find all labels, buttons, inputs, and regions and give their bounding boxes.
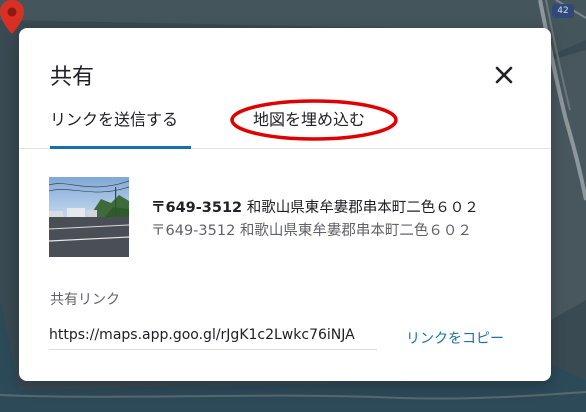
tab-embed-map-label: 地図を埋め込む <box>253 110 366 129</box>
place-postal-code: 〒649-3512 <box>151 200 243 216</box>
share-tabs: リンクを送信する 地図を埋め込む <box>19 104 551 149</box>
share-link-field[interactable] <box>49 321 377 350</box>
tab-embed-map[interactable]: 地図を埋め込む <box>253 104 365 148</box>
street-view-image <box>49 177 129 257</box>
share-link-label: 共有リンク <box>50 292 120 308</box>
place-thumbnail <box>49 177 129 257</box>
place-address-rest: 和歌山県東牟婁郡串本町二色６０２ <box>242 200 479 216</box>
location-pin-icon[interactable] <box>0 0 24 34</box>
close-icon <box>495 66 513 84</box>
share-dialog: 共有 リンクを送信する 地図を埋め込む 〒649-3512 和歌山県東牟婁郡串本… <box>19 28 551 381</box>
place-address: 〒649-3512 和歌山県東牟婁郡串本町二色６０２ <box>151 196 479 217</box>
dialog-title: 共有 <box>50 65 95 90</box>
tab-send-link[interactable]: リンクを送信する <box>50 104 191 149</box>
route-number-badge: 42 <box>552 4 574 18</box>
close-button[interactable] <box>490 61 518 89</box>
tab-send-link-label: リンクを送信する <box>50 110 179 129</box>
active-tab-indicator <box>50 146 191 149</box>
place-address-secondary: 〒649-3512 和歌山県東牟婁郡串本町二色６０２ <box>151 223 472 239</box>
copy-link-button[interactable]: リンクをコピー <box>406 328 504 348</box>
